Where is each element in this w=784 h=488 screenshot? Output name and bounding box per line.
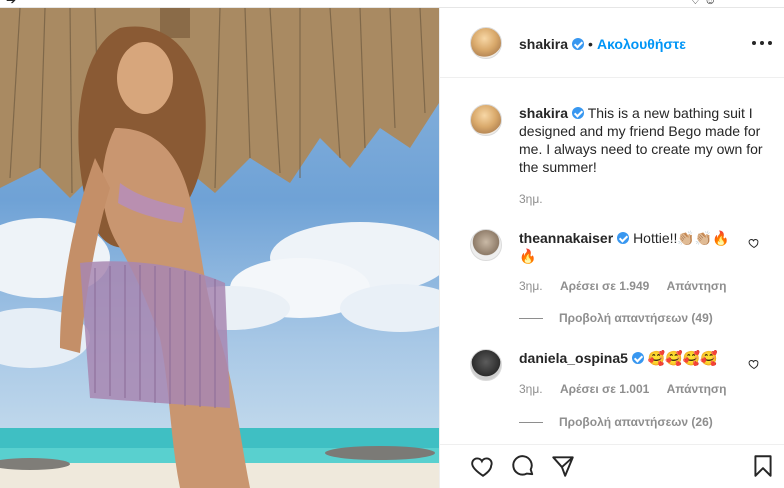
post-header: shakira • Ακολουθήστε [440, 8, 784, 78]
comment-avatar[interactable] [470, 349, 502, 381]
view-replies[interactable]: Προβολή απαντήσεων (26) [519, 415, 713, 429]
author-line: shakira • Ακολουθήστε [519, 36, 686, 54]
verified-icon [572, 38, 585, 50]
post-modal: shakira • Ακολουθήστε shakira This is a ne… [0, 8, 784, 488]
verified-icon [572, 107, 585, 119]
photo-illustration [0, 8, 439, 488]
reply-button[interactable]: Απάντηση [667, 279, 727, 293]
comment-icon[interactable] [510, 453, 536, 479]
verified-icon [631, 352, 644, 364]
view-replies[interactable]: Προβολή απαντήσεων (49) [519, 311, 713, 325]
post-photo[interactable] [0, 8, 439, 488]
comment-username[interactable]: daniela_ospina5 [519, 350, 628, 366]
comment-meta: 3ημ. Αρέσει σε 1.001 Απάντηση [519, 382, 726, 396]
reply-button[interactable]: Απάντηση [667, 382, 727, 396]
more-options-icon[interactable] [752, 36, 772, 50]
replies-line [519, 422, 543, 424]
nav-arrow-icon[interactable]: ➔ [6, 0, 16, 6]
comment: theannakaiser Hottie!!👏🏼👏🏼🔥🔥 [519, 229, 739, 265]
comment-avatar[interactable] [470, 229, 502, 261]
caption-time[interactable]: 3ημ. [519, 192, 543, 206]
comment-time[interactable]: 3ημ. [519, 279, 543, 293]
caption-avatar[interactable] [470, 104, 502, 136]
post-side-panel: shakira • Ακολουθήστε shakira This is a ne… [440, 8, 784, 488]
comment-username[interactable]: theannakaiser [519, 230, 613, 246]
comment: daniela_ospina5 🥰🥰🥰🥰 [519, 349, 739, 367]
comment-time[interactable]: 3ημ. [519, 382, 543, 396]
author-username[interactable]: shakira [519, 36, 568, 52]
caption-username[interactable]: shakira [519, 105, 568, 121]
replies-line [519, 318, 543, 320]
separator-dot: • [588, 36, 593, 52]
share-icon[interactable] [550, 453, 576, 479]
comment-like-icon[interactable] [748, 237, 760, 249]
heart-icon[interactable] [470, 453, 496, 479]
view-replies-label: Προβολή απαντήσεων (26) [559, 415, 713, 429]
top-actions-icons[interactable]: ♡ ☺ [690, 0, 716, 6]
comment-like-icon[interactable] [748, 358, 760, 370]
comment-text: 🥰🥰🥰🥰 [647, 350, 718, 366]
author-avatar[interactable] [470, 27, 502, 59]
browser-top-strip: ➔ ♡ ☺ [0, 0, 784, 8]
comment-likes[interactable]: Αρέσει σε 1.001 [560, 382, 649, 396]
bookmark-icon[interactable] [750, 453, 776, 479]
view-replies-label: Προβολή απαντήσεων (49) [559, 311, 713, 325]
post-action-bar [440, 444, 784, 488]
caption: shakira This is a new bathing suit I des… [519, 104, 764, 176]
follow-button[interactable]: Ακολουθήστε [597, 36, 686, 52]
comment-meta: 3ημ. Αρέσει σε 1.949 Απάντηση [519, 279, 726, 293]
verified-icon [617, 232, 630, 244]
comment-likes[interactable]: Αρέσει σε 1.949 [560, 279, 649, 293]
